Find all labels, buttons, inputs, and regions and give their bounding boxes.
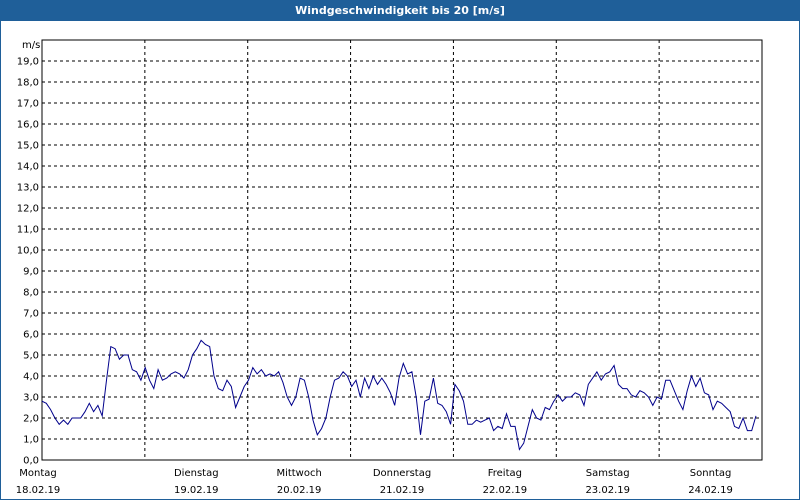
y-tick-label: 5,0 [23,351,39,362]
x-tick-date-label: 18.02.19 [16,485,61,496]
x-tick-day-label: Sonntag [690,468,732,479]
x-tick-date-label: 22.02.19 [483,485,528,496]
y-tick-label: 7,0 [23,309,39,320]
y-tick-label: 3,0 [23,393,39,404]
x-tick-date-label: 19.02.19 [174,485,219,496]
x-tick-date-label: 24.02.19 [688,485,733,496]
wind-speed-series-line [41,339,757,451]
x-tick-date-label: 20.02.19 [277,485,322,496]
y-tick-label: 13,0 [17,183,39,194]
x-tick-day-label: Montag [19,468,56,479]
y-tick-label: 1,0 [23,435,39,446]
x-tick-day-label: Freitag [488,468,522,479]
y-tick-label: 19,0 [17,57,39,68]
y-tick-label: 12,0 [17,204,39,215]
x-tick-day-label: Donnerstag [373,468,431,479]
y-tick-label: 9,0 [23,267,39,278]
x-tick-date-label: 21.02.19 [380,485,425,496]
y-tick-label: 2,0 [23,414,39,425]
x-tick-day-label: Dienstag [174,468,219,479]
y-tick-label: 6,0 [23,330,39,341]
y-tick-label: 17,0 [17,99,39,110]
y-tick-label: 18,0 [17,78,39,89]
y-tick-label: 15,0 [17,141,39,152]
y-tick-label: 14,0 [17,162,39,173]
y-tick-label: 16,0 [17,120,39,131]
y-tick-label: 8,0 [23,288,39,299]
wind-speed-chart: m/s 0,0 1,0 2,0 3,0 4,0 5,0 6,0 7,0 8,0 9,0 10,0 11… [16,39,763,496]
x-tick-date-label: 23.02.19 [585,485,630,496]
x-tick-day-label: Samstag [586,468,630,479]
y-tick-label: 11,0 [17,225,39,236]
y-tick-label: 0,0 [23,456,39,467]
y-axis-unit-label: m/s [22,40,40,51]
y-tick-label: 10,0 [17,246,39,257]
y-tick-label: 4,0 [23,372,39,383]
x-tick-day-label: Mittwoch [276,468,321,479]
